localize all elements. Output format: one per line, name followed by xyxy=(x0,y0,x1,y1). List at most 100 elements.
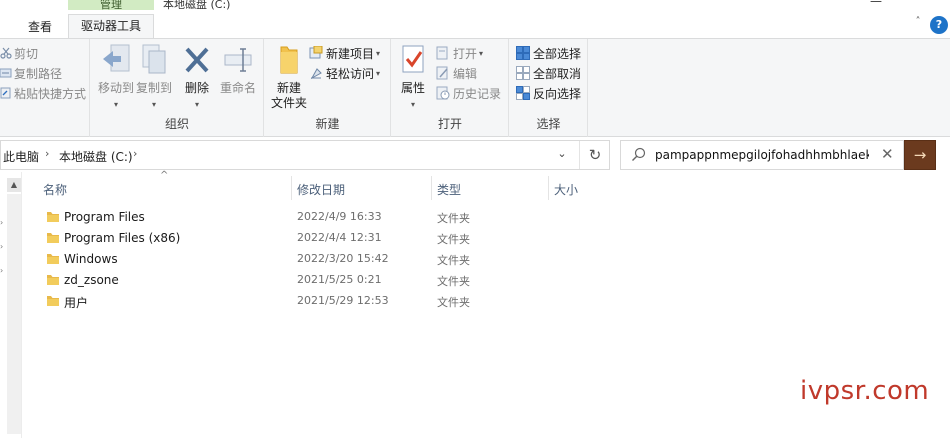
cut-button[interactable]: 剪切 xyxy=(0,43,38,63)
folder-icon xyxy=(47,212,59,222)
copy-path-label: 复制路径 xyxy=(14,66,63,81)
breadcrumb-chevron-icon[interactable]: › xyxy=(45,147,49,160)
select-group-label: 选择 xyxy=(536,117,561,131)
breadcrumb-this-pc[interactable]: 此电脑 xyxy=(3,148,39,165)
easy-access-button[interactable]: 轻松访问 ▾ xyxy=(309,63,380,83)
column-divider[interactable] xyxy=(548,176,549,200)
clipboard-group: 剪切 复制路径 粘贴快捷方式 xyxy=(0,39,90,137)
folder-icon xyxy=(47,275,59,285)
move-to-label: 移动到 xyxy=(97,81,134,95)
open-group-label: 打开 xyxy=(437,117,462,131)
new-group: 新建 文件夹 新建项目 ▾ 轻松访问 ▾ 新建 xyxy=(265,39,391,137)
nav-scrollbar[interactable] xyxy=(7,194,21,434)
copy-to-icon xyxy=(142,44,166,74)
file-row[interactable]: 用户 2021/5/29 12:53 文件夹 xyxy=(40,291,570,312)
properties-button[interactable]: 属性 ▾ xyxy=(398,43,428,112)
search-go-button[interactable]: → xyxy=(904,140,936,170)
select-all-icon xyxy=(516,46,530,60)
file-row[interactable]: Program Files (x86) 2022/4/4 12:31 文件夹 xyxy=(40,228,570,249)
new-folder-button[interactable]: 新建 文件夹 xyxy=(269,43,309,111)
file-modified: 2022/4/4 12:31 xyxy=(297,231,382,244)
folder-icon xyxy=(47,233,59,243)
open-button[interactable]: 打开 ▾ xyxy=(436,43,483,63)
column-header-name[interactable]: 名称 xyxy=(43,181,67,199)
select-none-button[interactable]: 全部取消 xyxy=(516,63,581,83)
help-icon[interactable]: ? xyxy=(930,16,948,34)
organize-group-label: 组织 xyxy=(164,117,189,131)
edit-icon xyxy=(436,66,448,80)
file-name: Program Files xyxy=(64,210,145,224)
move-to-dropdown-icon: ▾ xyxy=(113,100,118,109)
nav-scroll-up-icon[interactable]: ▲ xyxy=(7,178,21,192)
column-header-size[interactable]: 大小 xyxy=(554,181,578,199)
scissors-icon xyxy=(0,47,12,59)
clear-search-icon[interactable]: ✕ xyxy=(881,145,894,163)
tab-view[interactable]: 查看 xyxy=(14,16,66,38)
delete-button[interactable]: 删除 ▾ xyxy=(182,43,212,112)
move-to-button[interactable]: 移动到 ▾ xyxy=(97,43,135,112)
select-none-label: 全部取消 xyxy=(533,66,582,81)
select-none-icon xyxy=(516,66,530,80)
paste-shortcut-icon xyxy=(0,87,11,99)
file-row[interactable]: zd_zsone 2021/5/25 0:21 文件夹 xyxy=(40,270,570,291)
history-button[interactable]: 历史记录 xyxy=(436,83,501,103)
rename-icon xyxy=(224,48,252,72)
search-box[interactable]: ✕ xyxy=(620,140,904,170)
manage-tab[interactable]: 管理 xyxy=(68,0,154,12)
minimize-button[interactable]: — xyxy=(870,0,882,8)
edit-label: 编辑 xyxy=(453,66,478,81)
refresh-button[interactable]: ↻ xyxy=(579,141,610,169)
breadcrumb-local-disk[interactable]: 本地磁盘 (C:) xyxy=(59,148,133,165)
file-row[interactable]: Program Files 2022/4/9 16:33 文件夹 xyxy=(40,207,570,228)
folder-icon xyxy=(47,254,59,264)
address-bar[interactable]: 此电脑 › 本地磁盘 (C:) › ⌄ ↻ xyxy=(0,140,610,170)
history-icon xyxy=(436,86,450,100)
move-to-icon xyxy=(103,44,130,72)
new-item-label: 新建项目 xyxy=(326,46,375,61)
paste-shortcut-button[interactable]: 粘贴快捷方式 xyxy=(0,83,86,103)
ribbon: 剪切 复制路径 粘贴快捷方式 移动到 ▾ 复制到 ▾ 删除 ▾ 重命名 组织 新… xyxy=(0,38,950,137)
nav-expand-icon[interactable]: › xyxy=(0,218,3,227)
copy-to-button[interactable]: 复制到 ▾ xyxy=(135,43,173,112)
new-item-button[interactable]: 新建项目 ▾ xyxy=(309,43,380,63)
nav-expand-icon[interactable]: › xyxy=(0,242,3,251)
address-history-dropdown-icon[interactable]: ⌄ xyxy=(553,147,571,165)
tab-drive-tools[interactable]: 驱动器工具 xyxy=(68,14,154,39)
copy-to-label: 复制到 xyxy=(135,81,172,95)
new-item-icon xyxy=(309,46,323,59)
file-type: 文件夹 xyxy=(437,296,470,309)
select-group: 全部选择 全部取消 反向选择 选择 xyxy=(510,39,588,137)
file-name: zd_zsone xyxy=(64,273,119,287)
easy-access-icon xyxy=(310,68,322,80)
search-input[interactable] xyxy=(655,143,869,167)
properties-label: 属性 xyxy=(400,81,425,95)
nav-expand-icon[interactable]: › xyxy=(0,266,3,275)
window-title: 本地磁盘 (C:) xyxy=(163,0,231,11)
column-divider[interactable] xyxy=(291,176,292,200)
open-dropdown-icon: ▾ xyxy=(479,48,484,58)
folder-icon xyxy=(47,296,59,306)
column-header-type[interactable]: 类型 xyxy=(437,181,461,199)
rename-button[interactable]: 重命名 xyxy=(217,43,259,96)
easy-access-label: 轻松访问 xyxy=(326,66,375,81)
new-folder-icon xyxy=(280,46,298,74)
select-all-button[interactable]: 全部选择 xyxy=(516,43,581,63)
copy-path-button[interactable]: 复制路径 xyxy=(0,63,62,83)
watermark: ivpsr.com xyxy=(800,376,930,406)
file-row[interactable]: Windows 2022/3/20 15:42 文件夹 xyxy=(40,249,570,270)
collapse-ribbon-icon[interactable]: ˄ xyxy=(908,16,928,34)
properties-dropdown-icon: ▾ xyxy=(410,100,415,109)
file-name: Windows xyxy=(64,252,118,266)
invert-selection-button[interactable]: 反向选择 xyxy=(516,83,581,103)
edit-button[interactable]: 编辑 xyxy=(436,63,477,83)
sort-ascending-icon: ^ xyxy=(160,170,169,181)
breadcrumb-chevron-icon[interactable]: › xyxy=(133,147,137,160)
new-item-dropdown-icon: ▾ xyxy=(376,48,381,58)
file-type: 文件夹 xyxy=(437,275,470,288)
open-label: 打开 xyxy=(453,46,478,61)
delete-icon xyxy=(185,47,209,73)
column-header-modified[interactable]: 修改日期 xyxy=(297,181,345,199)
file-type: 文件夹 xyxy=(437,233,470,246)
open-icon xyxy=(436,46,448,60)
column-divider[interactable] xyxy=(431,176,432,200)
